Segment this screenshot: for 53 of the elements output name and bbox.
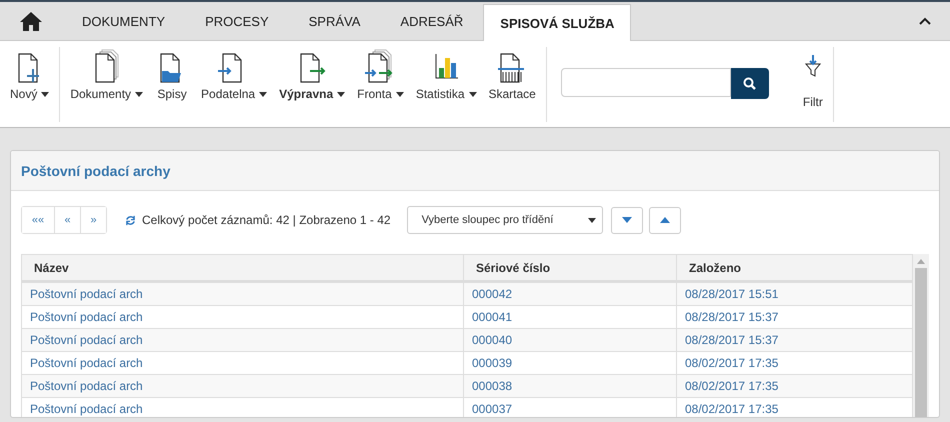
- table-cell: Poštovní podací arch: [22, 328, 464, 352]
- caret-down-icon: [622, 217, 632, 223]
- record-count: Celkový počet záznamů: 42 | Zobrazeno 1 - 42: [142, 213, 391, 227]
- caret-icon: [588, 218, 596, 222]
- ribbon-button[interactable]: Fronta: [351, 47, 410, 103]
- nav-tab[interactable]: SPISOVÁ SLUŽBA: [483, 4, 632, 41]
- chevron-up-icon: [919, 17, 931, 25]
- table-cell: 000038: [464, 374, 676, 398]
- ribbon-button[interactable]: Nový: [4, 47, 56, 103]
- table-cell: 000042: [464, 282, 676, 306]
- filter-button[interactable]: Filtr: [796, 47, 829, 117]
- sort-select[interactable]: Vyberte sloupec pro třídění: [406, 206, 603, 234]
- table-cell: 08/28/2017 15:37: [676, 328, 912, 352]
- nav-tab[interactable]: ADRESÁŘ: [380, 2, 484, 40]
- column-header[interactable]: Název: [22, 254, 464, 282]
- table-cell: Poštovní podací arch: [22, 398, 464, 417]
- table-cell: Poštovní podací arch: [22, 352, 464, 374]
- ribbon-button[interactable]: Dokumenty: [64, 47, 150, 103]
- table-cell: 000037: [464, 398, 676, 417]
- table-cell: 000041: [464, 306, 676, 328]
- scrollbar[interactable]: [913, 254, 929, 417]
- table-cell: 000040: [464, 328, 676, 352]
- panel-title: Poštovní podací archy: [21, 162, 170, 178]
- column-header[interactable]: Založeno: [676, 254, 912, 282]
- column-header[interactable]: Sériové číslo: [464, 254, 676, 282]
- nav-tab[interactable]: SPRÁVA: [288, 2, 380, 40]
- search-field[interactable]: [560, 68, 731, 97]
- table-cell: Poštovní podací arch: [22, 306, 464, 328]
- scroll-up-icon: [917, 259, 925, 264]
- ribbon-button[interactable]: Podatelna: [195, 47, 274, 103]
- pager-button[interactable]: »: [80, 207, 106, 233]
- ribbon-button[interactable]: Skartace: [482, 47, 542, 103]
- filter-icon: [804, 55, 821, 77]
- table-cell: 08/02/2017 17:35: [676, 374, 912, 398]
- home-icon: [20, 12, 42, 30]
- nav-tab[interactable]: DOKUMENTY: [62, 2, 186, 40]
- table-cell: Poštovní podací arch: [22, 282, 464, 306]
- refresh-icon[interactable]: [125, 214, 136, 226]
- sort-descending-button[interactable]: [610, 206, 643, 234]
- table-cell: 08/28/2017 15:37: [676, 306, 912, 328]
- table-cell: 000039: [464, 352, 676, 374]
- ribbon-button[interactable]: Výpravna: [273, 47, 352, 103]
- table-cell: Poštovní podací arch: [22, 374, 464, 398]
- search-button[interactable]: [730, 68, 769, 99]
- table-cell: 08/02/2017 17:35: [676, 398, 912, 417]
- ribbon-button[interactable]: Spisy: [149, 47, 196, 103]
- nav-tab[interactable]: PROCESY: [185, 2, 289, 40]
- sort-ascending-button[interactable]: [648, 206, 681, 234]
- ribbon-button[interactable]: Statistika: [410, 47, 482, 103]
- table-cell: 08/28/2017 15:51: [676, 282, 912, 306]
- caret-up-icon: [660, 217, 670, 223]
- search-icon: [743, 77, 756, 90]
- table-cell: 08/02/2017 17:35: [676, 352, 912, 374]
